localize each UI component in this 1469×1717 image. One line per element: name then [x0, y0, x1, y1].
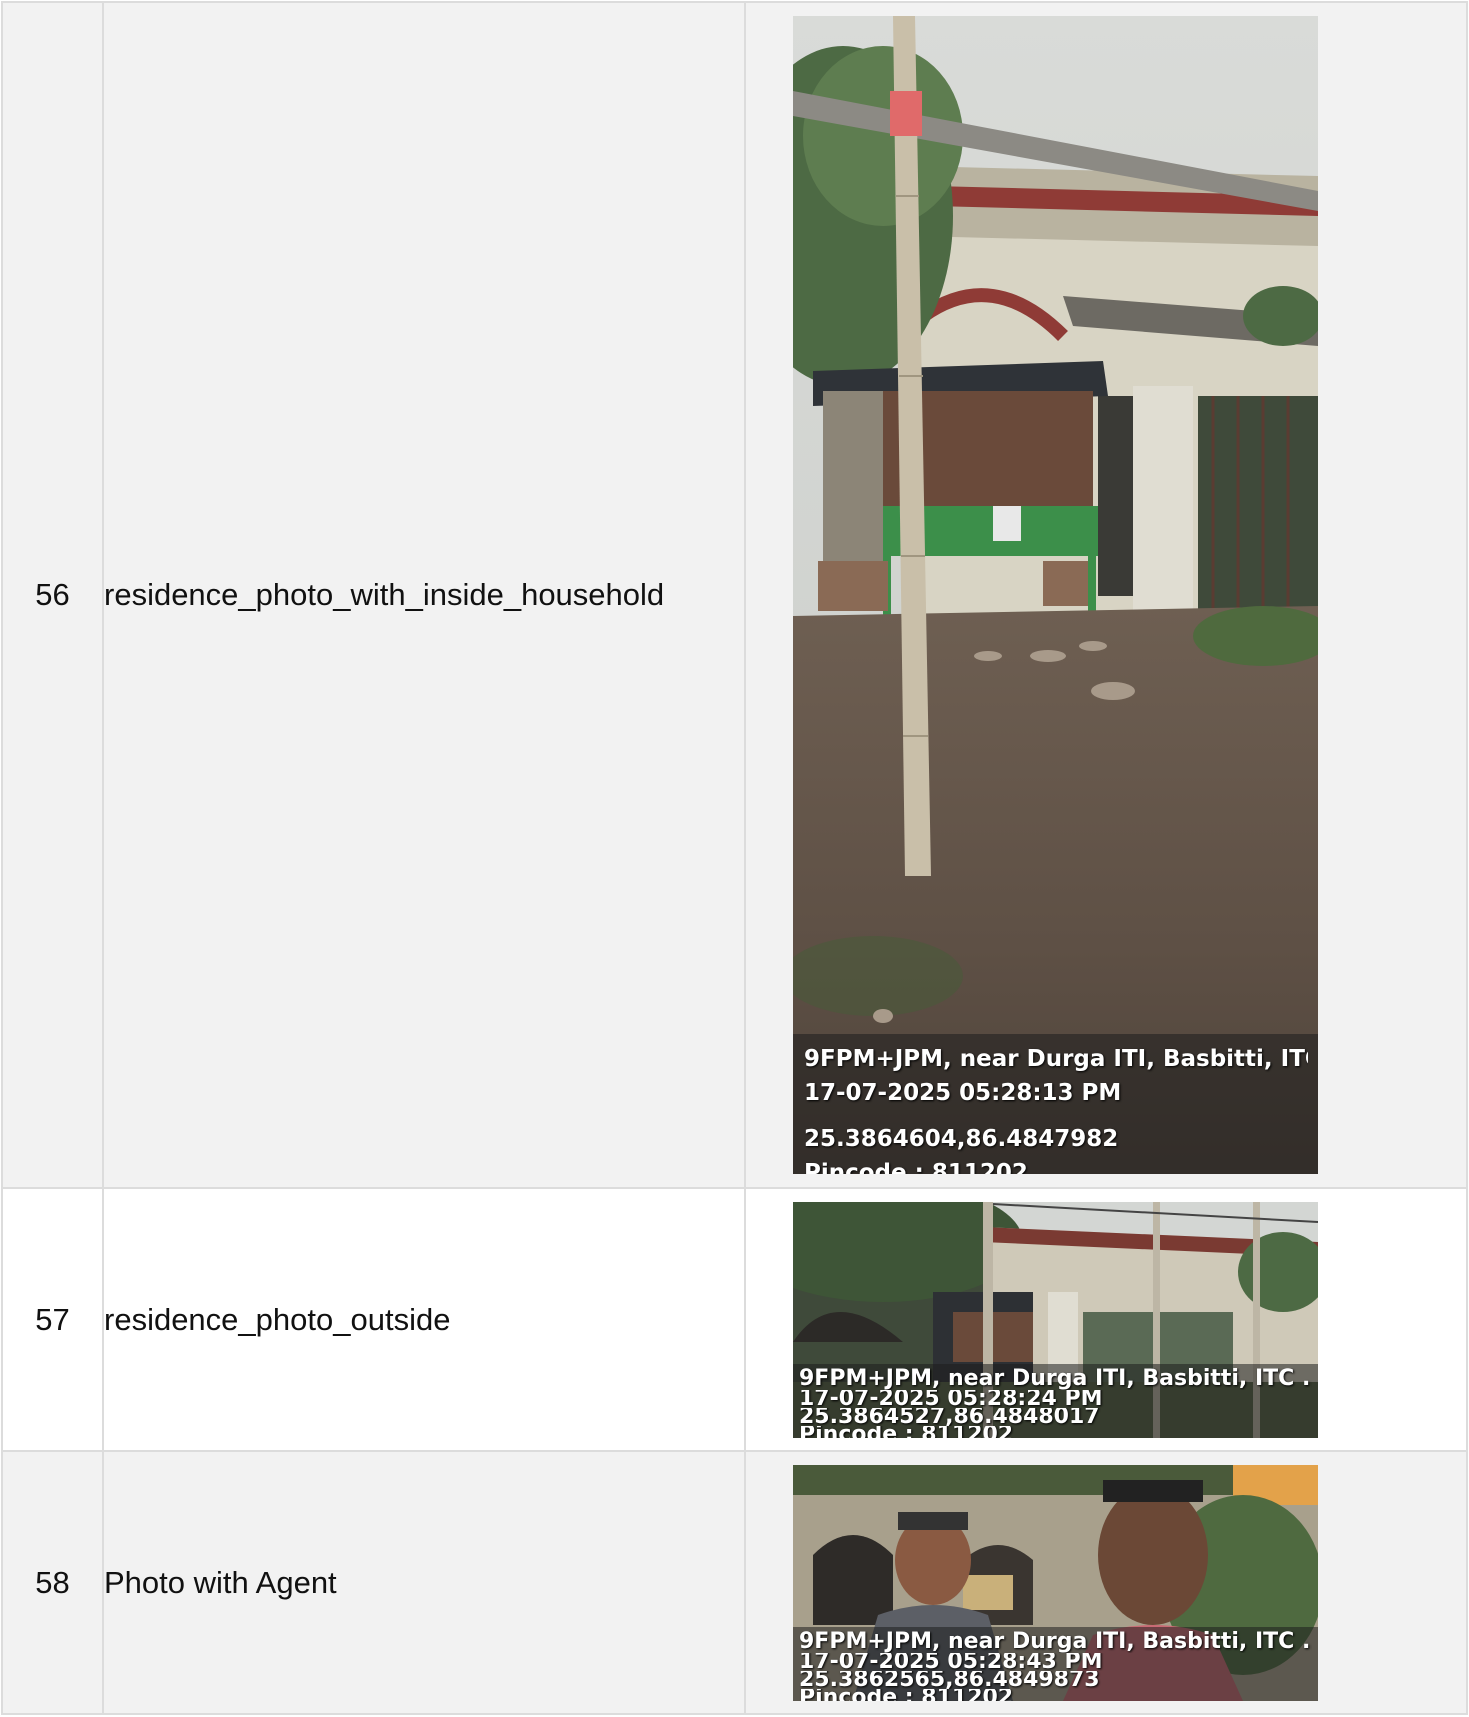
residence-outside-photo[interactable]: 9FPM+JPM, near Durga ITI, Basbitti, ITC … [793, 1201, 1318, 1438]
stamp-coordinates: 25.3862565,86.4849873 [799, 1670, 1100, 1689]
geotag-stamp: 9FPM+JPM, near Durga ITI, Basbitti, ITC … [793, 1034, 1318, 1174]
stamp-address: 9FPM+JPM, near Durga ITI, Basbitti, ITC … [799, 1367, 1312, 1390]
stamp-pincode: Pincode : 811202 [799, 1426, 1312, 1438]
row-label: Photo with Agent [102, 1450, 746, 1715]
row-number: 57 [1, 1187, 104, 1452]
geotag-stamp: 9FPM+JPM, near Durga ITI, Basbitti, ITC … [793, 1363, 1318, 1438]
row-number: 56 [1, 1, 104, 1189]
stamp-coordinates: 25.3864527,86.4848017 [799, 1407, 1100, 1426]
residence-inside-photo[interactable]: 9FPM+JPM, near Durga ITI, Basbitti, ITC … [793, 16, 1318, 1174]
table-row: 58 Photo with Agent 9FPM+JPM, near Durga… [1, 1450, 1468, 1715]
row-number: 58 [1, 1450, 104, 1715]
stamp-pincode: Pincode : 811202 [804, 1160, 1028, 1174]
row-label: residence_photo_with_inside_household [102, 1, 746, 1189]
stamp-pincode: Pincode : 811202 [799, 1689, 1312, 1701]
photo-report-table: 56 residence_photo_with_inside_household [1, 1, 1468, 1715]
stamp-datetime: 17-07-2025 05:28:43 PM [799, 1652, 1103, 1671]
stamp-datetime: 17-07-2025 05:28:24 PM [799, 1389, 1103, 1408]
stamp-address: 9FPM+JPM, near Durga ITI, Basbitti, ITC … [799, 1630, 1312, 1653]
table-row: 57 residence_photo_outside 9FPM+JPM, nea… [1, 1187, 1468, 1452]
courtyard-photo-image [793, 16, 1318, 1174]
agent-selfie-photo[interactable]: 9FPM+JPM, near Durga ITI, Basbitti, ITC … [793, 1464, 1318, 1701]
table-row: 56 residence_photo_with_inside_household [1, 1, 1468, 1189]
stamp-datetime: 17-07-2025 05:28:13 PM [804, 1080, 1122, 1106]
stamp-address: 9FPM+JPM, near Durga ITI, Basbitti, ITC … [804, 1046, 1308, 1072]
row-label: residence_photo_outside [102, 1187, 746, 1452]
geotag-stamp: 9FPM+JPM, near Durga ITI, Basbitti, ITC … [793, 1626, 1318, 1701]
stamp-coordinates: 25.3864604,86.4847982 [804, 1126, 1119, 1152]
